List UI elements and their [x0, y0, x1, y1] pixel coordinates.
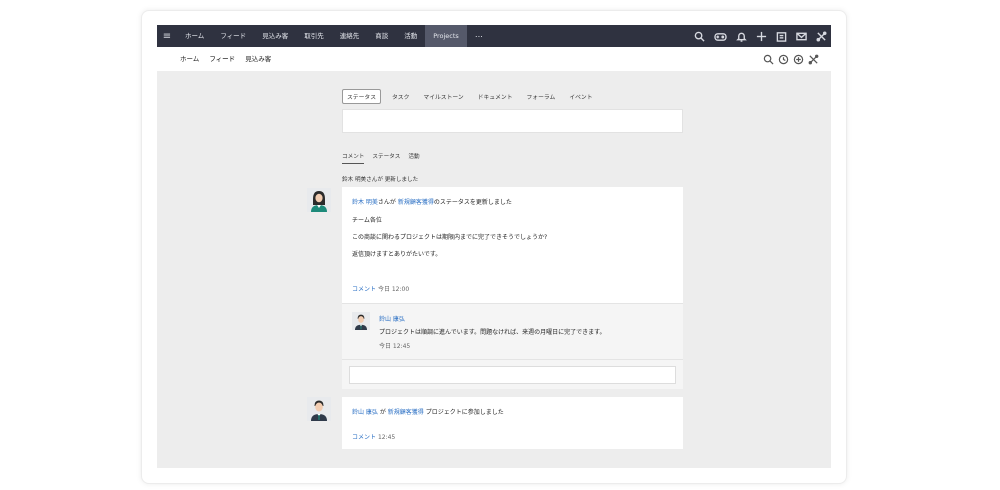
avatar[interactable] [307, 397, 331, 421]
post-project-link[interactable]: 新規顧客獲得 [388, 409, 424, 416]
feed-post-card: 鈴木 明美さんが 新規顧客獲得のステータスを更新しました チーム各位 この商談に… [342, 187, 683, 303]
compose-tab-event[interactable]: イベント [566, 90, 595, 103]
tools-icon[interactable] [808, 54, 819, 65]
nav-accounts[interactable]: 取引先 [296, 25, 332, 47]
woman-avatar-icon [307, 188, 331, 212]
avatar[interactable] [352, 312, 370, 330]
top-navigation-bar: ≡ ホーム フィード 見込み客 取引先 連絡先 商談 活動 Projects ⋯ [157, 25, 831, 47]
post-footer: コメント 今日 12:00 [352, 284, 409, 293]
hamburger-menu-icon[interactable]: ≡ [157, 31, 177, 42]
post-line-3: 返信頂けますとありがたいです。 [352, 251, 442, 258]
nav-leads[interactable]: 見込み客 [254, 25, 296, 47]
post-connector: さんが [377, 199, 396, 206]
reply-time: 今日 12:45 [379, 343, 411, 350]
post-header: 鈴山 康弘 が 新規顧客獲得 プロジェクトに参加しました [352, 407, 504, 416]
filter-activity[interactable]: 活動 [408, 152, 419, 164]
add-circle-icon[interactable] [793, 54, 804, 65]
compose-tab-status[interactable]: ステータス [342, 89, 381, 104]
status-compose-input[interactable] [342, 109, 683, 133]
compose-tab-document[interactable]: ドキュメント [475, 90, 516, 103]
reply-input[interactable] [349, 366, 676, 384]
gamepad-icon[interactable] [714, 31, 727, 42]
crm-app: ≡ ホーム フィード 見込み客 取引先 連絡先 商談 活動 Projects ⋯… [157, 25, 831, 468]
man-avatar-icon [307, 397, 331, 421]
reply-text: プロジェクトは順調に進んでいます。問題なければ、来週の月曜日に完了できます。 [379, 329, 606, 336]
compose-tab-milestone[interactable]: マイルストーン [420, 90, 466, 103]
top-tools [694, 25, 827, 47]
filter-status[interactable]: ステータス [372, 152, 400, 164]
plus-icon[interactable] [756, 31, 767, 42]
divider [342, 359, 683, 360]
post-header: 鈴木 明美さんが 新規顧客獲得のステータスを更新しました [352, 197, 512, 206]
post-connector: が [379, 409, 386, 416]
nav-feed[interactable]: フィード [212, 25, 254, 47]
nav-activities[interactable]: 活動 [396, 25, 425, 47]
post-author-link[interactable]: 鈴山 康弘 [352, 409, 378, 416]
search-icon[interactable] [763, 54, 774, 65]
bell-icon[interactable] [736, 31, 747, 42]
filter-comments[interactable]: コメント [342, 152, 365, 164]
mail-icon[interactable] [796, 31, 807, 42]
feed-post-card: 鈴山 康弘 が 新規顧客獲得 プロジェクトに参加しました コメント 12:45 [342, 397, 683, 449]
post-time: 今日 12:00 [377, 286, 410, 293]
main-nav: ホーム フィード 見込み客 取引先 連絡先 商談 活動 Projects ⋯ [177, 25, 491, 47]
post-footer: コメント 12:45 [352, 432, 395, 441]
compose-tab-forum[interactable]: フォーラム [524, 90, 559, 103]
reply-section: 鈴山 康弘 プロジェクトは順調に進んでいます。問題なければ、来週の月曜日に完了で… [342, 303, 683, 389]
comment-link[interactable]: コメント [352, 434, 376, 441]
nav-deals[interactable]: 商談 [367, 25, 396, 47]
more-nav-icon[interactable]: ⋯ [467, 32, 491, 41]
post-line-2: この商談に関わるプロジェクトは期限内までに完了できそうでしょうか? [352, 234, 548, 241]
post-action: プロジェクトに参加しました [425, 409, 504, 416]
nav-projects[interactable]: Projects [425, 25, 467, 47]
subnav-leads[interactable]: 見込み客 [240, 47, 276, 71]
compose-tabs: ステータス タスク マイルストーン ドキュメント フォーラム イベント [342, 89, 596, 104]
subnav-home[interactable]: ホーム [175, 47, 204, 71]
calendar-icon[interactable] [776, 31, 787, 42]
post-author-link[interactable]: 鈴木 明美 [352, 199, 378, 206]
reply-author-link[interactable]: 鈴山 康弘 [379, 314, 405, 323]
compose-tab-task[interactable]: タスク [389, 90, 412, 103]
feed-filter-tabs: コメント ステータス 活動 [342, 152, 420, 164]
avatar[interactable] [307, 188, 331, 212]
post-action: のステータスを更新しました [433, 199, 512, 206]
activity-summary: 鈴木 明美さんが 更新しました [342, 177, 419, 183]
nav-home[interactable]: ホーム [177, 25, 212, 47]
post-time: 12:45 [377, 434, 396, 441]
sub-navigation-bar: ホーム フィード 見込み客 [157, 47, 831, 71]
post-line-1: チーム各位 [352, 217, 382, 224]
sub-nav: ホーム フィード 見込み客 [175, 47, 276, 71]
tools-icon[interactable] [816, 31, 827, 42]
history-icon[interactable] [778, 54, 789, 65]
subnav-feed[interactable]: フィード [204, 47, 240, 71]
man-avatar-icon [352, 312, 370, 330]
comment-link[interactable]: コメント [352, 286, 376, 293]
post-project-link[interactable]: 新規顧客獲得 [398, 199, 434, 206]
nav-contacts[interactable]: 連絡先 [332, 25, 368, 47]
sub-tools [763, 47, 819, 71]
search-icon[interactable] [694, 31, 705, 42]
